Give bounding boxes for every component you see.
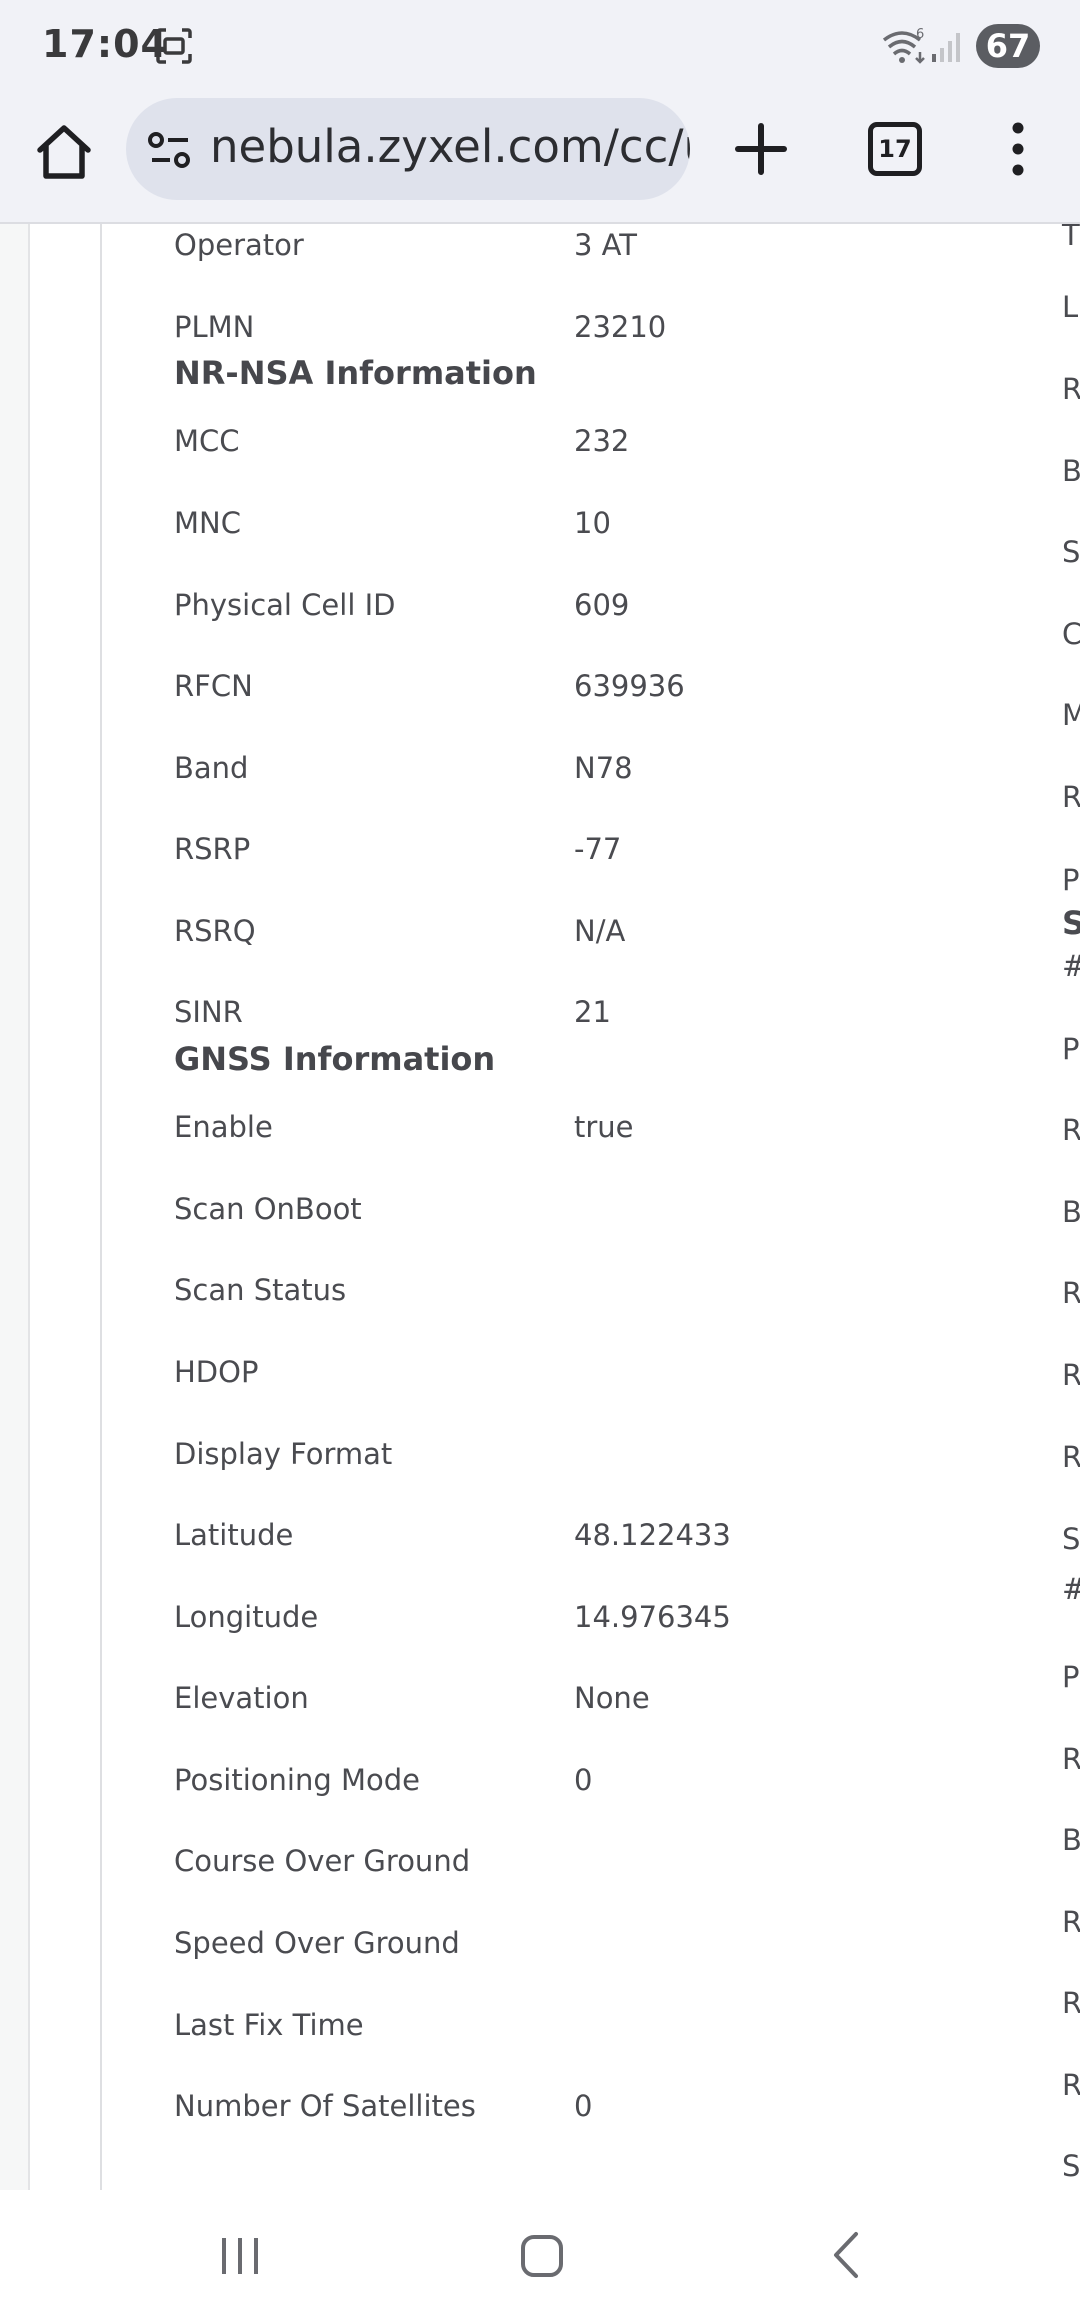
right-column-fragment: R bbox=[1062, 1113, 1080, 1147]
tab-switcher-button[interactable]: 17 bbox=[868, 122, 922, 176]
right-column-fragment: L bbox=[1062, 290, 1079, 324]
system-navigation-bar bbox=[0, 2190, 1080, 2316]
right-column-fragment: R bbox=[1062, 1905, 1080, 1939]
info-row-physical-cell-id: Physical Cell ID 609 bbox=[174, 588, 630, 622]
info-row-number-of-satellites: Number Of Satellites 0 bbox=[174, 2089, 593, 2123]
right-column-fragment: S bbox=[1062, 1522, 1080, 1556]
address-bar[interactable]: nebula.zyxel.com/cc/u bbox=[126, 98, 690, 200]
right-column-fragment: R bbox=[1062, 1358, 1080, 1392]
url-text[interactable]: nebula.zyxel.com/cc/u bbox=[210, 120, 690, 173]
right-column-fragment: B bbox=[1062, 1823, 1080, 1857]
info-row-rsrq: RSRQ N/A bbox=[174, 914, 626, 948]
info-row-band: Band N78 bbox=[174, 751, 633, 785]
status-bar: 17:04 6 67 bbox=[0, 0, 1080, 92]
more-options-icon[interactable] bbox=[998, 114, 1038, 184]
wifi-6-icon: 6 bbox=[882, 27, 925, 64]
info-row-mnc: MNC 10 bbox=[174, 506, 611, 540]
page-left-border bbox=[0, 224, 30, 2190]
right-column-fragment: C bbox=[1062, 617, 1080, 651]
right-column-fragment: R bbox=[1062, 1440, 1080, 1474]
info-row-rfcn: RFCN 639936 bbox=[174, 669, 685, 703]
right-column-fragment: S bbox=[1062, 904, 1080, 942]
right-column-fragment: P bbox=[1062, 1660, 1080, 1694]
new-tab-button[interactable] bbox=[726, 114, 796, 184]
info-row-sinr: SINR 21 bbox=[174, 995, 611, 1029]
section-heading-gnss: GNSS Information bbox=[174, 1040, 496, 1078]
home-nav-button[interactable] bbox=[520, 2234, 564, 2278]
status-time: 17:04 bbox=[42, 22, 168, 66]
info-row-elevation: Elevation None bbox=[174, 1681, 650, 1715]
info-row-scan-onboot: Scan OnBoot bbox=[174, 1192, 362, 1226]
info-row-operator: Operator 3 AT bbox=[174, 228, 637, 262]
card-left-border bbox=[100, 224, 102, 2190]
right-column-fragment: B bbox=[1062, 1195, 1080, 1229]
site-settings-icon[interactable] bbox=[148, 130, 192, 170]
right-column-fragment: T bbox=[1062, 224, 1080, 252]
signal-strength-icon bbox=[932, 33, 960, 62]
info-row-rsrp: RSRP -77 bbox=[174, 832, 622, 866]
section-heading-nr-nsa: NR-NSA Information bbox=[174, 354, 537, 392]
back-nav-button[interactable] bbox=[830, 2230, 860, 2280]
svg-text:6: 6 bbox=[916, 27, 924, 42]
phone-screen: 17:04 6 67 nebula.zyxel.com/cc/u 17 Oper… bbox=[0, 0, 1080, 2316]
right-column-fragment: # bbox=[1062, 1572, 1080, 1606]
right-column-fragment: S bbox=[1062, 535, 1080, 569]
right-column-fragment: R bbox=[1062, 1276, 1080, 1310]
info-row-speed-over-ground: Speed Over Ground bbox=[174, 1926, 460, 1960]
right-column-fragment: P bbox=[1062, 1032, 1080, 1066]
right-column-fragment: M bbox=[1062, 698, 1080, 732]
right-column-fragment: P bbox=[1062, 863, 1080, 897]
recent-apps-button[interactable] bbox=[218, 2234, 262, 2278]
info-row-enable: Enable true bbox=[174, 1110, 634, 1144]
info-row-mcc: MCC 232 bbox=[174, 424, 630, 458]
info-row-hdop: HDOP bbox=[174, 1355, 259, 1389]
info-row-scan-status: Scan Status bbox=[174, 1273, 347, 1307]
right-column-fragment: R bbox=[1062, 2068, 1080, 2102]
page-content: Operator 3 AT PLMN 23210 NR-NSA Informat… bbox=[0, 224, 1080, 2190]
info-row-course-over-ground: Course Over Ground bbox=[174, 1844, 471, 1878]
info-row-display-format: Display Format bbox=[174, 1437, 393, 1471]
right-column-fragment: R bbox=[1062, 780, 1080, 814]
home-button[interactable] bbox=[30, 118, 98, 186]
browser-toolbar: nebula.zyxel.com/cc/u 17 bbox=[0, 92, 1080, 224]
screenshot-icon bbox=[156, 28, 192, 64]
info-row-last-fix-time: Last Fix Time bbox=[174, 2008, 364, 2042]
right-column-fragment: B bbox=[1062, 454, 1080, 488]
info-row-plmn: PLMN 23210 bbox=[174, 310, 667, 344]
info-row-latitude: Latitude 48.122433 bbox=[174, 1518, 731, 1552]
right-column-fragment: R bbox=[1062, 372, 1080, 406]
info-row-longitude: Longitude 14.976345 bbox=[174, 1600, 731, 1634]
right-column-fragment: # bbox=[1062, 949, 1080, 983]
right-column-fragment: R bbox=[1062, 1986, 1080, 2020]
right-column-fragment: S bbox=[1062, 2149, 1080, 2183]
info-row-positioning-mode: Positioning Mode 0 bbox=[174, 1763, 593, 1797]
battery-level-badge: 67 bbox=[976, 24, 1040, 68]
right-column-fragment: R bbox=[1062, 1742, 1080, 1776]
